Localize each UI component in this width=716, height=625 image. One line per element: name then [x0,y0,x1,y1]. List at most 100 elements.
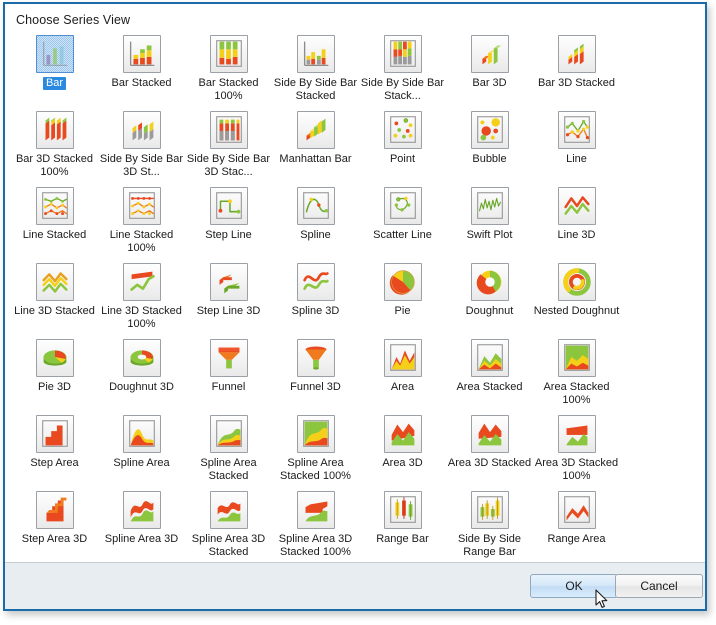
series-view-item[interactable]: Side By Side Bar Stacked [272,32,359,108]
side-by-side-bar-stacked-100-icon[interactable] [383,35,422,73]
series-view-item[interactable]: Side By Side Bar 3D Stac... [185,108,272,184]
series-view-item[interactable]: Line 3D Stacked [11,260,98,336]
range-area-icon[interactable] [557,491,596,529]
series-view-item[interactable]: Doughnut [446,260,533,336]
series-view-item[interactable]: Funnel 3D [272,336,359,412]
bar-3d-stacked-100-icon[interactable] [35,111,74,149]
step-line-3d-icon[interactable] [209,263,248,301]
area-icon[interactable] [383,339,422,377]
spline-area-stacked-100-icon[interactable] [296,415,335,453]
series-view-item[interactable]: Swift Plot [446,184,533,260]
range-bar-icon[interactable] [383,491,422,529]
pie-3d-icon[interactable] [35,339,74,377]
bar-stacked-100-icon[interactable] [209,35,248,73]
cancel-button[interactable]: Cancel [615,574,703,598]
bubble-icon[interactable] [470,111,509,149]
series-view-item[interactable]: Bar Stacked [98,32,185,108]
spline-area-3d-stacked-icon[interactable] [209,491,248,529]
spline-area-3d-icon[interactable] [122,491,161,529]
area-stacked-100-icon[interactable] [557,339,596,377]
series-view-item[interactable]: Area 3D Stacked [446,412,533,488]
series-view-item[interactable]: Side By Side Bar 3D St... [98,108,185,184]
series-view-item[interactable]: Side By Side Bar Stack... [359,32,446,108]
spline-3d-icon[interactable] [296,263,335,301]
series-view-item[interactable]: Line 3D [533,184,620,260]
spline-area-stacked-icon[interactable] [209,415,248,453]
side-by-side-range-bar-icon[interactable] [470,491,509,529]
swift-plot-icon[interactable] [470,187,509,225]
series-view-item[interactable]: Line Stacked 100% [98,184,185,260]
series-view-item[interactable]: Spline [272,184,359,260]
series-view-item[interactable]: Area 3D [359,412,446,488]
series-view-item[interactable]: Point [359,108,446,184]
bar-3d-icon[interactable] [470,35,509,73]
series-view-item[interactable]: Funnel [185,336,272,412]
spline-area-icon[interactable] [122,415,161,453]
line-icon[interactable] [557,111,596,149]
ok-button[interactable]: OK [530,574,618,598]
step-area-3d-icon[interactable] [35,491,74,529]
line-stacked-icon[interactable] [35,187,74,225]
series-view-item[interactable]: Area 3D Stacked 100% [533,412,620,488]
series-view-item[interactable]: Line Stacked [11,184,98,260]
spline-area-3d-stacked-100-icon[interactable] [296,491,335,529]
doughnut-icon[interactable] [470,263,509,301]
series-view-item[interactable]: Side By Side Range Bar [446,488,533,562]
series-view-item[interactable]: Bar [11,32,98,108]
area-3d-stacked-icon[interactable] [470,415,509,453]
line-3d-stacked-100-icon[interactable] [122,263,161,301]
series-view-item[interactable]: Bar Stacked 100% [185,32,272,108]
series-view-item[interactable]: Step Area 3D [11,488,98,562]
series-view-item[interactable]: Range Area [533,488,620,562]
funnel-icon[interactable] [209,339,248,377]
series-view-item[interactable]: Scatter Line [359,184,446,260]
line-3d-stacked-icon[interactable] [35,263,74,301]
side-by-side-bar-3d-stacked-icon[interactable] [122,111,161,149]
funnel-3d-icon[interactable] [296,339,335,377]
side-by-side-bar-stacked-icon[interactable] [296,35,335,73]
area-stacked-icon[interactable] [470,339,509,377]
series-view-item[interactable]: Spline Area 3D Stacked [185,488,272,562]
bar-3d-stacked-icon[interactable] [557,35,596,73]
series-view-item[interactable]: Area [359,336,446,412]
series-view-item[interactable]: Spline Area Stacked [185,412,272,488]
point-icon[interactable] [383,111,422,149]
bar-icon[interactable] [35,35,74,73]
series-view-item[interactable]: Bubble [446,108,533,184]
series-view-item[interactable]: Manhattan Bar [272,108,359,184]
series-view-item[interactable]: Bar 3D Stacked 100% [11,108,98,184]
series-view-item[interactable]: Doughnut 3D [98,336,185,412]
bar-stacked-icon[interactable] [122,35,161,73]
series-view-item[interactable]: Area Stacked [446,336,533,412]
line-stacked-100-icon[interactable] [122,187,161,225]
series-view-item[interactable]: Spline Area 3D Stacked 100% [272,488,359,562]
series-view-item[interactable]: Line [533,108,620,184]
scatter-line-icon[interactable] [383,187,422,225]
series-view-item[interactable]: Area Stacked 100% [533,336,620,412]
series-view-item[interactable]: Spline 3D [272,260,359,336]
area-3d-stacked-100-icon[interactable] [557,415,596,453]
pie-icon[interactable] [383,263,422,301]
manhattan-bar-icon[interactable] [296,111,335,149]
series-view-item[interactable]: Step Line [185,184,272,260]
series-view-item[interactable]: Range Bar [359,488,446,562]
area-3d-icon[interactable] [383,415,422,453]
series-view-item[interactable]: Spline Area 3D [98,488,185,562]
spline-icon[interactable] [296,187,335,225]
series-view-item[interactable]: Pie 3D [11,336,98,412]
series-view-item[interactable]: Pie [359,260,446,336]
series-view-item[interactable]: Spline Area Stacked 100% [272,412,359,488]
nested-doughnut-icon[interactable] [557,263,596,301]
side-by-side-bar-3d-stacked-100-icon[interactable] [209,111,248,149]
step-line-icon[interactable] [209,187,248,225]
series-view-item[interactable]: Spline Area [98,412,185,488]
series-view-item[interactable]: Step Area [11,412,98,488]
line-3d-icon[interactable] [557,187,596,225]
series-view-item[interactable]: Step Line 3D [185,260,272,336]
series-view-item[interactable]: Bar 3D Stacked [533,32,620,108]
series-view-item[interactable]: Nested Doughnut [533,260,620,336]
series-view-item[interactable]: Line 3D Stacked 100% [98,260,185,336]
doughnut-3d-icon[interactable] [122,339,161,377]
series-view-item[interactable]: Bar 3D [446,32,533,108]
step-area-icon[interactable] [35,415,74,453]
